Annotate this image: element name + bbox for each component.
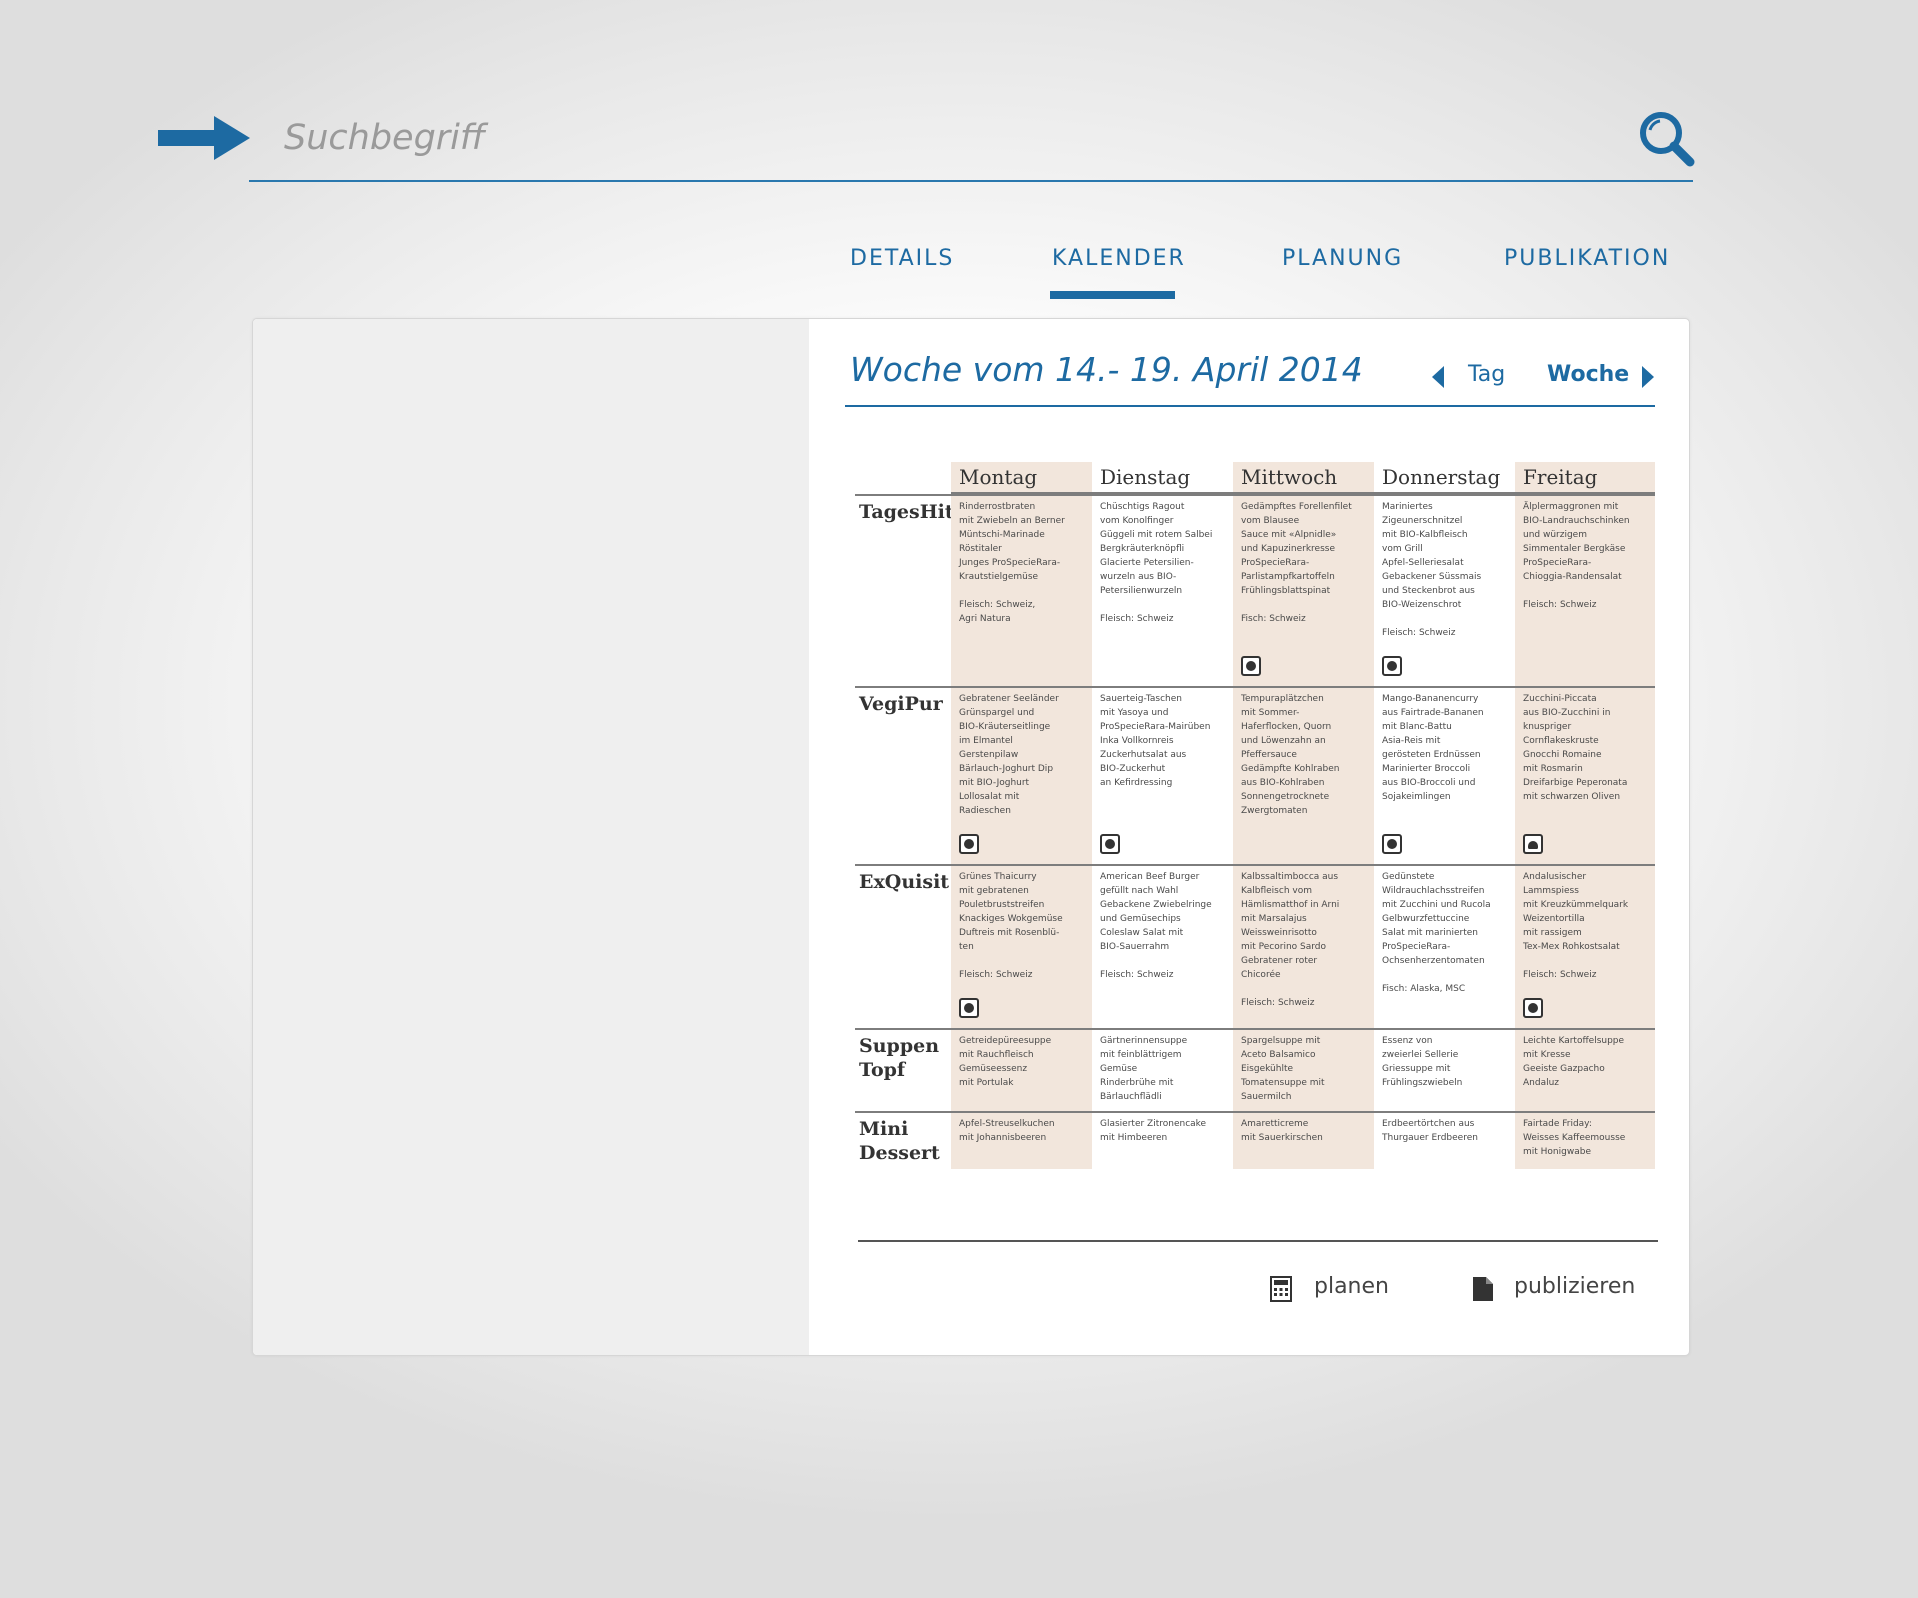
footer-divider [858, 1240, 1658, 1242]
menu-cell: Andalusischer Lammspiess mit Kreuzkümmel… [1515, 864, 1655, 1028]
dish-text: Zucchini-Piccata aus BIO-Zucchini in knu… [1523, 694, 1628, 802]
tab-publikation[interactable]: PUBLIKATION [1504, 246, 1670, 271]
dish-text: Andalusischer Lammspiess mit Kreuzkümmel… [1523, 872, 1629, 980]
menu-cell: Chüschtigs Ragout vom Konolfinger Güggel… [1092, 494, 1233, 686]
dish-text: Gärtnerinnensuppe mit feinblättrigem Gem… [1100, 1036, 1188, 1102]
menu-corner [855, 462, 951, 494]
menu-cell: Mango-Bananencurry aus Fairtrade-Bananen… [1374, 686, 1515, 864]
menu-cell: Essenz von zweierlei Sellerie Griessuppe… [1374, 1028, 1515, 1111]
dish-text: Chüschtigs Ragout vom Konolfinger Güggel… [1100, 502, 1213, 624]
dish-text: Glasierter Zitronencake mit Himbeeren [1100, 1119, 1207, 1143]
menu-cell: American Beef Burger gefüllt nach Wahl G… [1092, 864, 1233, 1028]
caret-left-icon[interactable] [1430, 366, 1446, 388]
menu-cell: Grünes Thaicurry mit gebratenen Pouletbr… [951, 864, 1092, 1028]
menu-row-label: Mini Dessert [855, 1111, 951, 1169]
document-icon[interactable] [1472, 1276, 1494, 1302]
left-panel [253, 319, 809, 1355]
dish-text: Sauerteig-Taschen mit Yasoya und ProSpec… [1100, 694, 1211, 788]
dish-text: Gebratener Seeländer Grünspargel und BIO… [959, 694, 1059, 816]
dish-text: Apfel-Streuselkuchen mit Johannisbeeren [959, 1119, 1055, 1143]
dish-text: Spargelsuppe mit Aceto Balsamico Eisgekü… [1241, 1036, 1325, 1102]
menu-cell: Apfel-Streuselkuchen mit Johannisbeeren [951, 1111, 1092, 1169]
day-header-mittwoch: Mittwoch [1233, 462, 1374, 494]
menu-row-label: TagesHit [855, 494, 951, 686]
day-header-donnerstag: Donnerstag [1374, 462, 1515, 494]
menu-cell: Glasierter Zitronencake mit Himbeeren [1092, 1111, 1233, 1169]
face-icon [1382, 656, 1402, 676]
active-tab-indicator [1050, 291, 1175, 299]
day-header-montag: Montag [951, 462, 1092, 494]
dish-text: Gedünstete Wildrauchlachsstreifen mit Zu… [1382, 872, 1491, 994]
dish-text: Getreidepüreesuppe mit Rauchfleisch Gemü… [959, 1036, 1052, 1088]
dish-text: Essenz von zweierlei Sellerie Griessuppe… [1382, 1036, 1463, 1088]
menu-row-label: Suppen Topf [855, 1028, 951, 1111]
dish-text: Mango-Bananencurry aus Fairtrade-Bananen… [1382, 694, 1484, 802]
menu-cell: Sauerteig-Taschen mit Yasoya und ProSpec… [1092, 686, 1233, 864]
menu-cell: Kalbssaltimbocca aus Kalbfleisch vom Häm… [1233, 864, 1374, 1028]
face-icon [1100, 834, 1120, 854]
face-icon [1382, 834, 1402, 854]
search-underline [249, 180, 1693, 182]
menu-spacer [855, 1169, 951, 1173]
dish-text: Kalbssaltimbocca aus Kalbfleisch vom Häm… [1241, 872, 1340, 1008]
dish-text: Amaretticreme mit Sauerkirschen [1241, 1119, 1323, 1143]
dish-text: American Beef Burger gefüllt nach Wahl G… [1100, 872, 1212, 980]
menu-cell: Gebratener Seeländer Grünspargel und BIO… [951, 686, 1092, 864]
dish-text: Mariniertes Zigeunerschnitzel mit BIO-Ka… [1382, 502, 1482, 638]
menu-cell: Leichte Kartoffelsuppe mit Kresse Geeist… [1515, 1028, 1655, 1111]
face-icon [959, 998, 979, 1018]
dish-text: Erdbeertörtchen aus Thurgauer Erdbeeren [1382, 1119, 1478, 1143]
caret-right-icon[interactable] [1640, 366, 1656, 388]
day-header-freitag: Freitag [1515, 462, 1655, 494]
menu-cell: Rinderrostbraten mit Zwiebeln an Berner … [951, 494, 1092, 686]
dish-text: Fairtade Friday: Weisses Kaffeemousse mi… [1523, 1119, 1626, 1157]
publish-button[interactable]: publizieren [1514, 1274, 1635, 1299]
tab-details[interactable]: DETAILS [850, 246, 954, 271]
menu-row-label: ExQuisit [855, 864, 951, 1028]
menu-cell: Gedämpftes Forellenfilet vom Blausee Sau… [1233, 494, 1374, 686]
face-icon [959, 834, 979, 854]
plan-button[interactable]: planen [1314, 1274, 1389, 1299]
arrow-right-icon [158, 116, 250, 160]
menu-cell: Getreidepüreesuppe mit Rauchfleisch Gemü… [951, 1028, 1092, 1111]
menu-cell: Älplermaggronen mit BIO-Landrauchschinke… [1515, 494, 1655, 686]
menu-cell: Mariniertes Zigeunerschnitzel mit BIO-Ka… [1374, 494, 1515, 686]
menu-row-label: VegiPur [855, 686, 951, 864]
nav-day-button[interactable]: Tag [1468, 362, 1505, 387]
tab-kalender[interactable]: KALENDER [1052, 246, 1186, 271]
dish-text: Grünes Thaicurry mit gebratenen Pouletbr… [959, 872, 1063, 980]
week-title: Woche vom 14.- 19. April 2014 [850, 350, 1363, 389]
nav-week-button[interactable]: Woche [1547, 362, 1629, 387]
dish-text: Älplermaggronen mit BIO-Landrauchschinke… [1523, 502, 1630, 610]
menu-cell: Tempuraplätzchen mit Sommer- Haferflocke… [1233, 686, 1374, 864]
menu-cell: Gedünstete Wildrauchlachsstreifen mit Zu… [1374, 864, 1515, 1028]
dish-text: Tempuraplätzchen mit Sommer- Haferflocke… [1241, 694, 1340, 816]
menu-plan: Montag Dienstag Mittwoch Donnerstag Freitag T… [855, 462, 1655, 1172]
menu-cell: Zucchini-Piccata aus BIO-Zucchini in knu… [1515, 686, 1655, 864]
menu-cell: Spargelsuppe mit Aceto Balsamico Eisgekü… [1233, 1028, 1374, 1111]
search-icon[interactable] [1636, 108, 1696, 168]
face-icon [1241, 656, 1261, 676]
menu-cell: Gärtnerinnensuppe mit feinblättrigem Gem… [1092, 1028, 1233, 1111]
title-divider [845, 405, 1655, 407]
search-input[interactable] [282, 112, 1586, 164]
face-icon [1523, 998, 1543, 1018]
tab-planung[interactable]: PLANUNG [1282, 246, 1403, 271]
dish-text: Leichte Kartoffelsuppe mit Kresse Geeist… [1523, 1036, 1625, 1088]
dish-text: Rinderrostbraten mit Zwiebeln an Berner … [959, 502, 1065, 624]
calculator-icon[interactable] [1270, 1276, 1292, 1302]
menu-cell: Fairtade Friday: Weisses Kaffeemousse mi… [1515, 1111, 1655, 1169]
menu-cell: Erdbeertörtchen aus Thurgauer Erdbeeren [1374, 1111, 1515, 1169]
dish-text: Gedämpftes Forellenfilet vom Blausee Sau… [1241, 502, 1352, 624]
cloud-icon [1523, 834, 1543, 854]
menu-cell: Amaretticreme mit Sauerkirschen [1233, 1111, 1374, 1169]
day-header-dienstag: Dienstag [1092, 462, 1233, 494]
